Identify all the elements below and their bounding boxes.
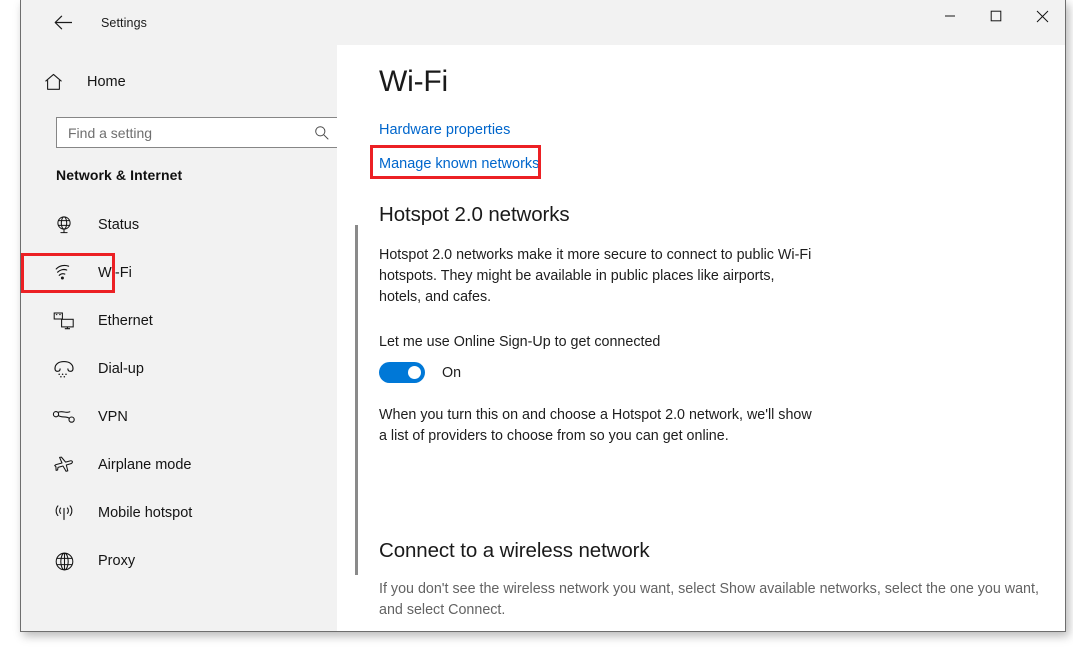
toggle-knob — [408, 366, 421, 379]
sidebar-item-ethernet[interactable]: Ethernet — [21, 297, 337, 345]
sidebar-item-dialup[interactable]: Dial-up — [21, 345, 337, 393]
close-button[interactable] — [1019, 0, 1065, 32]
window-title: Settings — [101, 15, 147, 30]
sidebar-item-proxy[interactable]: Proxy — [21, 537, 337, 585]
title-bar: Settings — [21, 0, 1065, 45]
sidebar-item-wifi[interactable]: Wi-Fi — [21, 249, 337, 297]
search-icon[interactable] — [308, 120, 334, 146]
sidebar-item-label: Wi-Fi — [98, 265, 132, 281]
sidebar-item-label: Airplane mode — [98, 457, 192, 473]
back-arrow-icon[interactable] — [43, 7, 83, 39]
sidebar-category-title: Network & Internet — [56, 167, 183, 183]
main-content: Wi-Fi Hardware properties Manage known n… — [337, 45, 1065, 631]
sidebar-item-label: Status — [98, 217, 140, 233]
minimize-button[interactable] — [927, 0, 973, 32]
sidebar-item-label: Ethernet — [98, 313, 153, 329]
ethernet-icon — [51, 308, 77, 334]
content-inner: Wi-Fi Hardware properties Manage known n… — [337, 45, 1065, 631]
sidebar-item-label: Dial-up — [98, 361, 144, 377]
search-placeholder: Find a setting — [68, 124, 153, 141]
settings-window: Settings Home Find a setting Network & I… — [20, 0, 1066, 632]
wifi-icon — [51, 260, 77, 286]
toggle-state-label: On — [442, 364, 462, 381]
home-icon — [42, 71, 64, 93]
globe-status-icon — [51, 212, 77, 238]
connect-section-heading: Connect to a wireless network — [379, 539, 650, 563]
sidebar-item-home[interactable]: Home — [21, 65, 337, 99]
hardware-properties-link-row: Hardware properties — [379, 121, 1065, 139]
hotspot-note: When you turn this on and choose a Hotsp… — [379, 407, 812, 444]
hotspot-toggle-label: Let me use Online Sign-Up to get connect… — [379, 334, 661, 350]
manage-known-networks-link-row: Manage known networks — [370, 145, 541, 179]
hotspot-description: Hotspot 2.0 networks make it more secure… — [379, 247, 812, 305]
airplane-icon — [51, 452, 77, 478]
sidebar-nav-list: Status Wi-Fi Ethernet Dial-up VPN Airpla… — [21, 201, 337, 585]
sidebar-item-airplane-mode[interactable]: Airplane mode — [21, 441, 337, 489]
online-signup-toggle[interactable] — [379, 362, 425, 383]
connect-section-description: If you don't see the wireless network yo… — [379, 581, 1039, 619]
hotspot-toggle-row: On — [379, 362, 1065, 383]
window-controls — [927, 0, 1065, 32]
search-input[interactable]: Find a setting — [56, 117, 341, 148]
manage-known-networks-link[interactable]: Manage known networks — [379, 156, 539, 172]
sidebar-item-label: Proxy — [98, 553, 136, 569]
hardware-properties-link[interactable]: Hardware properties — [379, 122, 510, 138]
screenshot-root: Settings Home Find a setting Network & I… — [0, 0, 1073, 648]
sidebar-item-label: Mobile hotspot — [98, 505, 193, 521]
sidebar: Home Find a setting Network & Internet S… — [21, 45, 341, 631]
sidebar-item-label: VPN — [98, 409, 128, 425]
globe-proxy-icon — [51, 548, 77, 574]
hotspot-section-heading: Hotspot 2.0 networks — [379, 203, 570, 226]
maximize-button[interactable] — [973, 0, 1019, 32]
vpn-key-icon — [51, 404, 77, 430]
sidebar-item-status[interactable]: Status — [21, 201, 337, 249]
sidebar-item-vpn[interactable]: VPN — [21, 393, 337, 441]
sidebar-item-mobile-hotspot[interactable]: Mobile hotspot — [21, 489, 337, 537]
sidebar-home-label: Home — [87, 74, 126, 90]
page-title: Wi-Fi — [379, 65, 448, 98]
mobile-hotspot-icon — [51, 500, 77, 526]
dialup-phone-icon — [51, 356, 77, 382]
title-bar-left: Settings — [21, 0, 147, 45]
